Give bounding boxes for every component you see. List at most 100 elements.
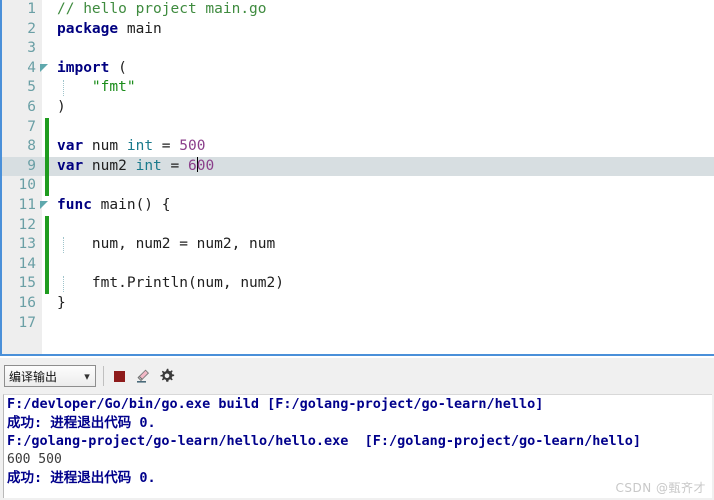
line-number: 13 (18, 236, 36, 253)
code-line[interactable]: 16} (2, 294, 714, 314)
code-token: fmt.Println(num, num2) (57, 275, 284, 292)
code-text: package main (57, 20, 162, 40)
code-text: } (57, 294, 66, 314)
output-type-select-value: 编译输出 (9, 369, 58, 384)
console-output[interactable]: F:/devloper/Go/bin/go.exe build [F:/gola… (3, 394, 712, 498)
line-number: 17 (18, 314, 36, 331)
code-token: 6 (188, 157, 197, 174)
code-text: fmt.Println(num, num2) (57, 274, 284, 294)
code-line[interactable]: 1 // hello project main.go (2, 0, 714, 20)
code-token: var (57, 157, 84, 174)
code-text: "fmt" (57, 78, 136, 98)
line-number: 8 (27, 138, 36, 155)
code-line[interactable]: 3 (2, 39, 714, 59)
change-marker (45, 176, 49, 196)
toolbar-divider (103, 366, 104, 386)
line-number: 11 (18, 196, 36, 213)
watermark: CSDN @甄齐才 (615, 481, 706, 495)
code-token: import (57, 59, 110, 76)
code-text: ) (57, 98, 66, 118)
code-token: "fmt" (91, 79, 136, 96)
code-token: int (126, 138, 154, 155)
line-number: 16 (18, 294, 36, 311)
code-line[interactable]: 17 (2, 314, 714, 334)
code-token: main (91, 196, 136, 213)
code-line[interactable]: 8 var num int = 500 (2, 137, 714, 157)
output-type-select[interactable]: 编译输出 ▾ (4, 365, 96, 387)
code-line[interactable]: 13 num, num2 = num2, num (2, 235, 714, 255)
code-token: // hello project main.go (57, 1, 267, 17)
console-output-line: 成功: 进程退出代码 0. (7, 470, 156, 486)
code-line[interactable]: 7 (2, 117, 714, 138)
line-number: 12 (18, 216, 36, 233)
line-number: 5 (27, 79, 36, 96)
fold-triangle-icon[interactable] (40, 63, 48, 72)
stop-square-icon (113, 370, 125, 382)
code-lines-container[interactable]: 1 // hello project main.go 2 package main 3 4… (2, 0, 714, 354)
line-number: 2 (27, 20, 36, 37)
code-token: num2 (83, 157, 136, 174)
code-text: var num2 int = 600 (57, 156, 215, 177)
code-line[interactable]: 15 fmt.Println(num, num2) (2, 274, 714, 294)
console-output-line: 成功: 进程退出代码 0. (7, 414, 156, 431)
clear-button[interactable] (134, 367, 152, 385)
code-text: import ( (57, 59, 127, 79)
line-number: 3 (27, 40, 36, 57)
code-text: var num int = 500 (57, 137, 205, 157)
code-text: num, num2 = num2, num (57, 235, 275, 255)
code-token: = (153, 138, 180, 155)
code-token: func (57, 196, 92, 213)
code-token: num (83, 138, 127, 155)
line-number: 4 (27, 59, 36, 76)
console-output-line: 600 500 (7, 451, 62, 467)
code-text: // hello project main.go (57, 0, 267, 20)
stop-button[interactable] (110, 367, 128, 385)
code-line[interactable]: 6) (2, 98, 714, 118)
code-token: ( (109, 59, 127, 76)
code-token: num, num2 = num2, num (57, 236, 276, 253)
line-number: 14 (18, 255, 36, 272)
code-token: = (161, 157, 188, 174)
console-output-line: F:/devloper/Go/bin/go.exe build [F:/gola… (7, 396, 544, 412)
line-number: 6 (27, 98, 36, 115)
gear-icon (160, 368, 175, 382)
console-panel: 编译输出 ▾ F:/devloper/Go/bin/go.exe build [… (0, 358, 714, 500)
settings-button[interactable] (158, 367, 176, 385)
change-marker (45, 235, 49, 255)
code-token: 500 (179, 138, 206, 155)
console-toolbar: 编译输出 ▾ (0, 365, 714, 391)
change-marker (45, 215, 49, 236)
fold-triangle-icon[interactable] (40, 200, 48, 209)
code-line[interactable]: 11 func main() { (2, 196, 714, 216)
code-token: 00 (196, 157, 215, 174)
change-marker (45, 156, 49, 177)
change-marker (45, 137, 49, 157)
code-token: main (118, 20, 162, 37)
code-line[interactable]: 2 package main (2, 20, 714, 40)
line-number: 9 (27, 157, 36, 174)
code-text: func main() { (57, 196, 171, 216)
code-line[interactable]: 4 import ( (2, 59, 714, 79)
ide-window: 1 // hello project main.go 2 package main 3 4… (0, 0, 714, 500)
change-marker (45, 117, 49, 138)
code-line[interactable]: 10 (2, 176, 714, 196)
code-token: () { (135, 196, 171, 213)
line-number: 10 (18, 177, 36, 194)
line-number: 1 (27, 1, 36, 17)
line-number: 7 (27, 118, 36, 135)
eraser-icon (137, 369, 150, 383)
code-token: ) (57, 98, 66, 115)
code-line[interactable]: 12 (2, 215, 714, 236)
code-line[interactable]: 14 (2, 254, 714, 275)
change-marker (45, 274, 49, 294)
change-marker (45, 254, 49, 275)
code-token: } (57, 294, 66, 311)
line-number: 15 (18, 275, 36, 292)
code-line[interactable]: 5 "fmt" (2, 78, 714, 98)
console-output-line: F:/golang-project/go-learn/hello/hello.e… (7, 433, 641, 449)
code-token: var (57, 138, 84, 155)
code-line[interactable]: 9 var num2 int = 600 (2, 156, 714, 177)
chevron-down-icon: ▾ (84, 369, 90, 383)
code-editor[interactable]: 1 // hello project main.go 2 package main 3 4… (0, 0, 714, 356)
